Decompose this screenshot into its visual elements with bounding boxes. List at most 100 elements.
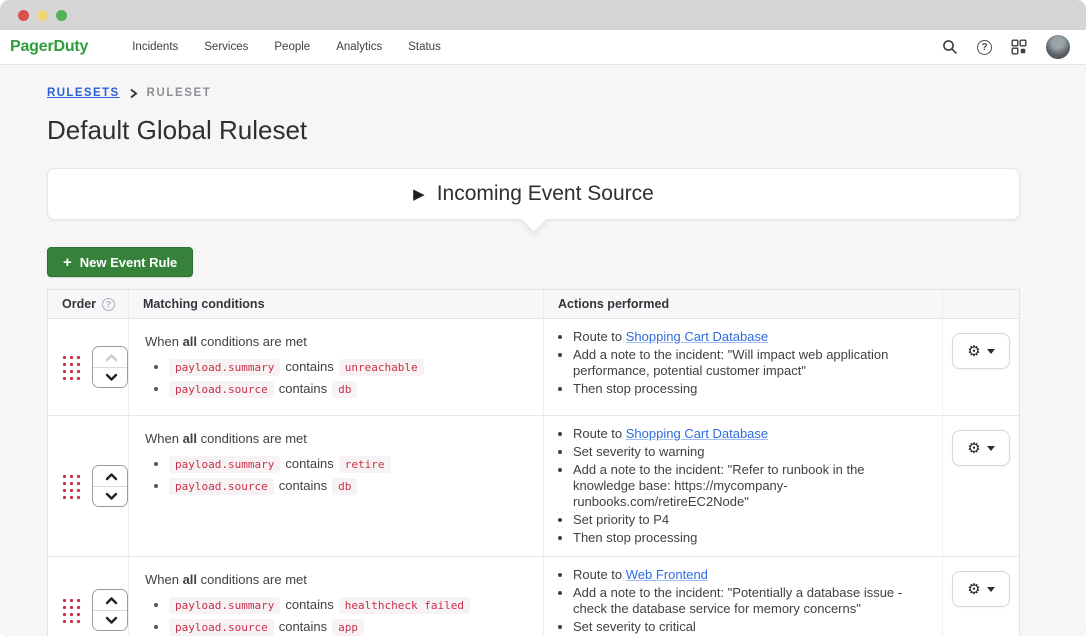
action-item: Add a note to the incident: "Potentially… (573, 585, 928, 617)
gear-icon: ⚙ (967, 344, 980, 359)
nav-item-status[interactable]: Status (408, 41, 441, 53)
move-down-button[interactable] (93, 486, 128, 506)
panel-pointer-notch (520, 206, 547, 233)
condition-field-chip: payload.summary (169, 456, 280, 473)
window-minimize-button[interactable] (37, 10, 48, 21)
column-header-conditions: Matching conditions (128, 290, 543, 318)
action-item: Set severity to warning (573, 444, 928, 460)
incoming-event-source-panel[interactable]: ▶ Incoming Event Source (47, 168, 1020, 220)
condition-value-chip: unreachable (339, 359, 424, 376)
condition-field-chip: payload.source (169, 381, 274, 398)
breadcrumb-current: RULESET (147, 87, 212, 99)
move-down-button[interactable] (93, 367, 128, 387)
drag-handle-icon[interactable] (61, 354, 81, 381)
window-close-button[interactable] (18, 10, 29, 21)
rule-settings-button[interactable]: ⚙ (952, 571, 1010, 607)
rule-settings-cell: ⚙ (942, 557, 1019, 636)
window-zoom-button[interactable] (56, 10, 67, 21)
dropdown-caret-icon (987, 446, 995, 451)
when-conditions-text: When all conditions are met (145, 572, 533, 587)
app-window: PagerDuty Incidents Services People Anal… (0, 0, 1086, 636)
actions-performed-cell: Route to Shopping Cart Database Set sever… (543, 416, 942, 556)
drag-handle-icon[interactable] (61, 597, 81, 624)
condition-item: payload.summarycontainsretire (169, 456, 533, 471)
help-icon[interactable]: ? (977, 40, 992, 55)
gear-icon: ⚙ (967, 582, 980, 597)
nav-item-incidents[interactable]: Incidents (132, 41, 178, 53)
service-link[interactable]: Shopping Cart Database (626, 426, 768, 441)
matching-conditions-cell: When all conditions are met payload.summ… (128, 319, 543, 415)
order-cell (48, 319, 128, 415)
order-help-icon[interactable]: ? (102, 298, 115, 311)
condition-value-chip: healthcheck failed (339, 597, 470, 614)
search-icon[interactable] (942, 39, 958, 55)
breadcrumb: RULESETS RULESET (47, 87, 1020, 99)
condition-field-chip: payload.summary (169, 359, 280, 376)
condition-value-chip: app (332, 619, 364, 636)
action-item: Add a note to the incident: "Refer to ru… (573, 462, 928, 510)
main-content: RULESETS RULESET Default Global Ruleset … (47, 87, 1020, 636)
rule-settings-button[interactable]: ⚙ (952, 430, 1010, 466)
plus-icon: + (63, 255, 72, 270)
reorder-control (92, 589, 128, 631)
column-header-settings (942, 290, 1019, 318)
condition-operator: contains (279, 619, 327, 634)
expand-triangle-icon: ▶ (413, 187, 425, 202)
user-avatar[interactable] (1046, 35, 1070, 59)
action-item: Set priority to P4 (573, 512, 928, 528)
column-header-actions: Actions performed (543, 290, 942, 318)
condition-field-chip: payload.source (169, 478, 274, 495)
order-cell (48, 557, 128, 636)
page-title: Default Global Ruleset (47, 115, 1020, 146)
order-header-label: Order (62, 297, 96, 311)
condition-operator: contains (279, 381, 327, 396)
actions-performed-cell: Route to Web Frontend Add a note to the i… (543, 557, 942, 636)
nav-item-analytics[interactable]: Analytics (336, 41, 382, 53)
event-rules-table: Order ? Matching conditions Actions perf… (47, 289, 1020, 636)
nav-item-people[interactable]: People (274, 41, 310, 53)
apps-grid-icon[interactable] (1011, 39, 1027, 55)
nav-item-services[interactable]: Services (204, 41, 248, 53)
table-row: When all conditions are met payload.summ… (48, 416, 1019, 557)
move-down-button[interactable] (93, 610, 128, 630)
table-header-row: Order ? Matching conditions Actions perf… (48, 290, 1019, 319)
action-item: Route to Shopping Cart Database (573, 426, 928, 442)
condition-item: payload.summarycontainsunreachable (169, 359, 533, 374)
action-item: Add a note to the incident: "Will impact… (573, 347, 928, 379)
breadcrumb-chevron-icon (129, 88, 138, 99)
condition-value-chip: db (332, 478, 357, 495)
source-panel-label: Incoming Event Source (437, 182, 654, 206)
reorder-control (92, 346, 128, 388)
new-event-rule-label: New Event Rule (80, 255, 178, 270)
new-event-rule-button[interactable]: + New Event Rule (47, 247, 193, 277)
actions-performed-cell: Route to Shopping Cart Database Add a not… (543, 319, 942, 415)
table-row: When all conditions are met payload.summ… (48, 319, 1019, 416)
drag-handle-icon[interactable] (61, 473, 81, 500)
condition-item: payload.source contains db (169, 381, 533, 396)
service-link[interactable]: Web Frontend (626, 567, 708, 582)
when-conditions-text: When all conditions are met (145, 334, 533, 349)
breadcrumb-rulesets-link[interactable]: RULESETS (47, 87, 120, 99)
dropdown-caret-icon (987, 587, 995, 592)
condition-value-chip: db (332, 381, 357, 398)
move-up-button[interactable] (93, 590, 128, 610)
move-up-button[interactable] (93, 466, 128, 486)
condition-item: payload.source contains db (169, 478, 533, 493)
condition-operator: contains (279, 478, 327, 493)
rules-table-body: When all conditions are met payload.summ… (48, 319, 1019, 636)
matching-conditions-cell: When all conditions are met payload.summ… (128, 557, 543, 636)
action-item: Set severity to critical (573, 619, 928, 635)
rule-settings-cell: ⚙ (942, 319, 1019, 415)
condition-value-chip: retire (339, 456, 391, 473)
action-item: Route to Web Frontend (573, 567, 928, 583)
window-titlebar (0, 0, 1086, 30)
reorder-control (92, 465, 128, 507)
service-link[interactable]: Shopping Cart Database (626, 329, 768, 344)
condition-field-chip: payload.summary (169, 597, 280, 614)
rule-settings-button[interactable]: ⚙ (952, 333, 1010, 369)
dropdown-caret-icon (987, 349, 995, 354)
move-up-button[interactable] (93, 347, 128, 367)
pagerduty-logo[interactable]: PagerDuty (10, 38, 88, 56)
action-item: Then stop processing (573, 530, 928, 546)
action-item: Route to Shopping Cart Database (573, 329, 928, 345)
